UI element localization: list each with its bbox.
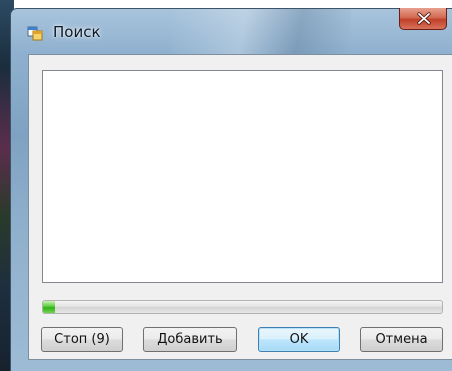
search-progress-bar [42,300,443,314]
titlebar[interactable]: Поиск [11,8,452,53]
close-icon [400,8,446,29]
dialog-client-area: Стоп (9) Добавить OK Отмена [28,54,452,360]
screen: Поиск Стоп (9) Добавить OK Отмена [0,0,452,371]
ok-button[interactable]: OK [258,327,340,352]
close-button[interactable] [399,8,447,30]
cancel-button[interactable]: Отмена [360,327,443,352]
app-window-icon [27,25,43,41]
results-list[interactable] [42,70,443,283]
add-button[interactable]: Добавить [143,327,237,352]
stop-button[interactable]: Стоп (9) [41,327,123,352]
search-dialog: Поиск Стоп (9) Добавить OK Отмена [10,8,452,371]
window-title: Поиск [53,23,101,41]
search-progress-fill [43,301,55,313]
